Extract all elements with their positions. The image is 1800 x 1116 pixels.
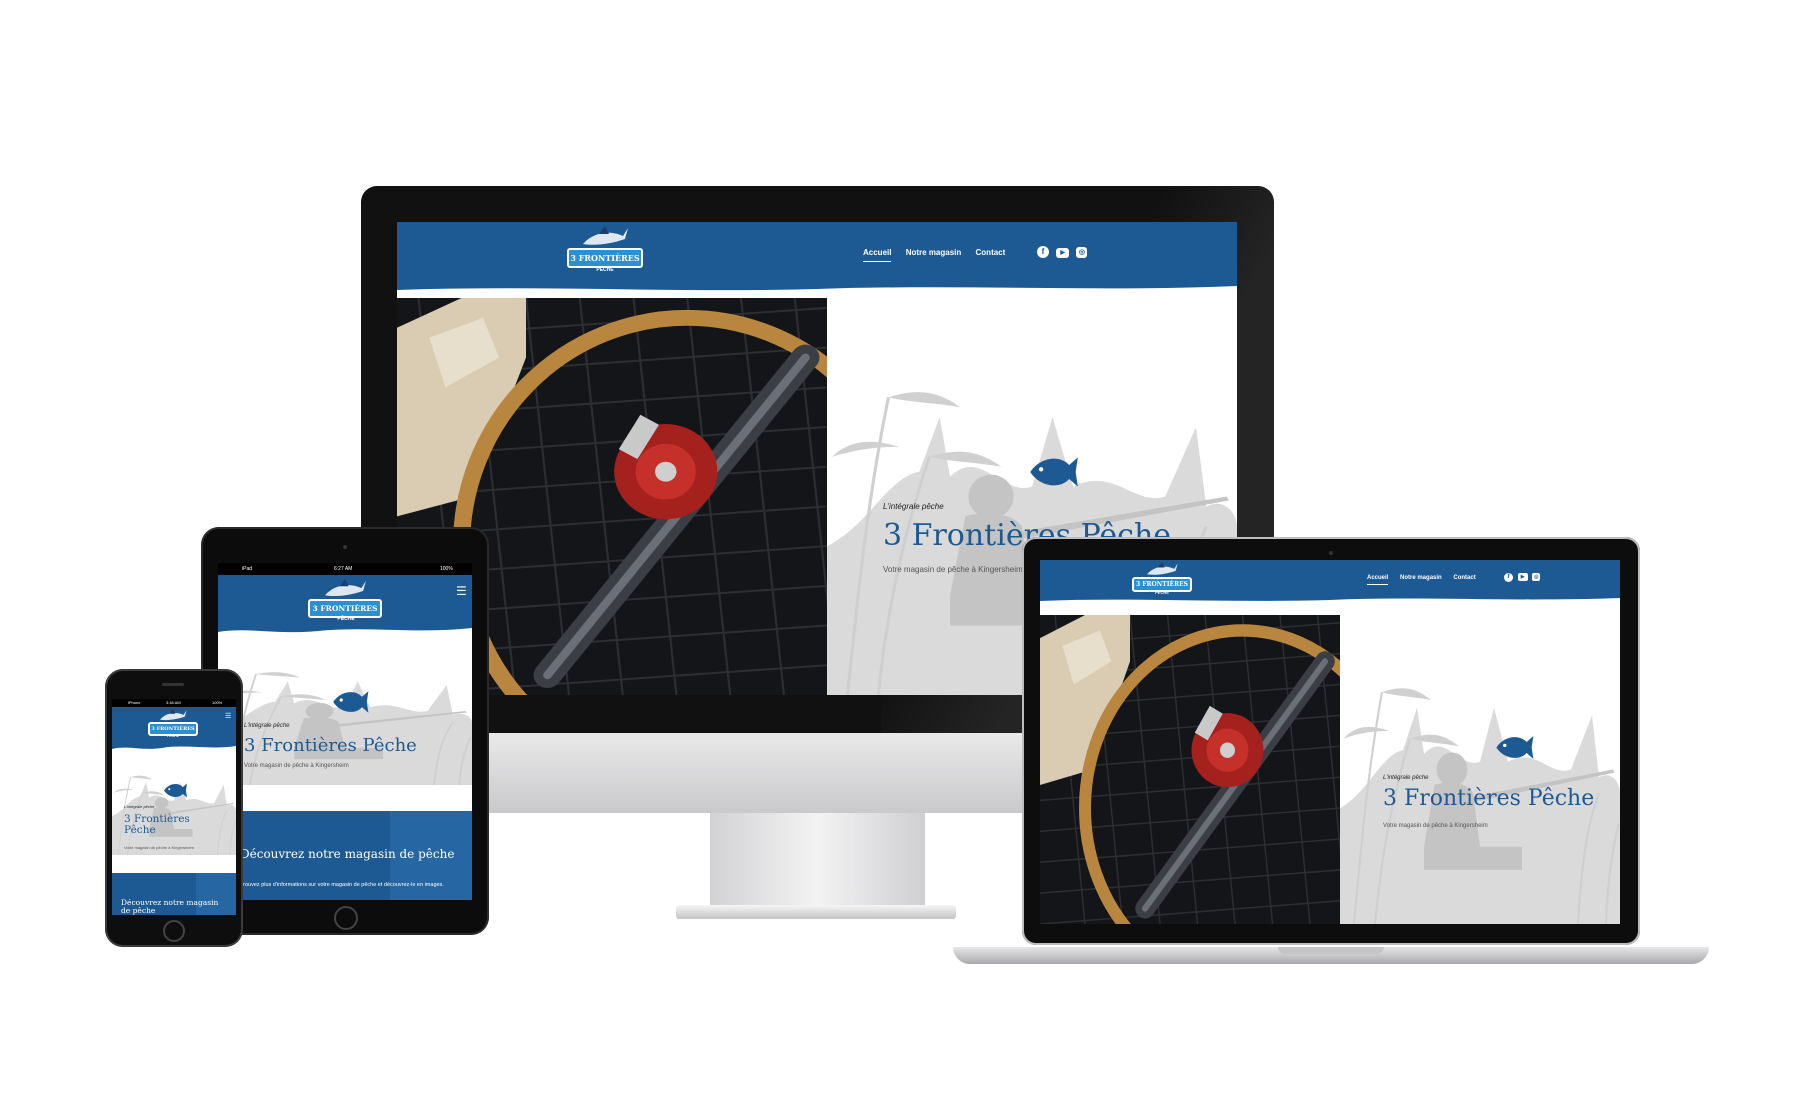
tablet-status-bar: iPad 6:27 AM 100% — [218, 563, 472, 575]
logo-name: 3 FRONTIÈRES — [567, 248, 643, 268]
tablet-hero-title: 3 Frontières Pêche — [244, 735, 417, 756]
nav-notre-magasin[interactable]: Notre magasin — [906, 248, 962, 257]
phone-status-bar: iPhone 3:48 AM 100% — [112, 699, 236, 707]
logo-sub: PÊCHE — [596, 267, 614, 273]
laptop-hero-tag: L'intégrale pêche — [1383, 775, 1429, 781]
phone-battery: 100% — [212, 700, 223, 705]
laptop-logo-sub: PÊCHE — [1155, 590, 1169, 595]
phone-time: 3:48 AM — [166, 700, 181, 705]
tablet-menu-icon[interactable]: ☰ — [456, 585, 467, 597]
tablet-logo[interactable]: 3 FRONTIÈRES PÊCHE — [308, 579, 384, 627]
tablet-screen: 3 FRONTIÈRES PÊCHE ☰ L'intégrale pêche 3… — [218, 575, 472, 900]
tablet-hero-tag: L'intégrale pêche — [244, 723, 290, 729]
laptop-social-icons: f ▶ ◎ — [1504, 573, 1541, 582]
laptop-camera — [1329, 551, 1333, 555]
header-wave — [397, 280, 1237, 291]
phone-hero-tag: L'intégrale pêche — [124, 804, 155, 809]
youtube-icon[interactable]: ▶ — [1056, 248, 1070, 258]
laptop-hero-title: 3 Frontières Pêche — [1383, 786, 1595, 811]
phone-hero-subtitle: Votre magasin de pêche à Kingersheim — [124, 845, 194, 850]
laptop-nav-contact[interactable]: Contact — [1453, 575, 1475, 581]
laptop-marlin-logo-icon — [1147, 562, 1178, 575]
phone-hero-title: 3 Frontières Pêche — [124, 813, 190, 836]
laptop-screen: 3 FRONTIÈRES PÊCHE Accueil Notre magasin… — [1040, 560, 1620, 924]
hero-tag: L'intégrale pêche — [883, 502, 944, 511]
laptop-youtube-icon[interactable]: ▶ — [1517, 573, 1528, 581]
main-nav: Accueil Notre magasin Contact — [863, 248, 1005, 262]
tablet-time: 6:27 AM — [334, 566, 353, 572]
tablet-hero-subtitle: Votre magasin de pêche à Kingersheim — [244, 763, 349, 769]
nav-accueil[interactable]: Accueil — [863, 248, 892, 262]
laptop-instagram-icon[interactable]: ◎ — [1532, 573, 1541, 581]
tablet-battery: 100% — [440, 566, 453, 572]
tablet-fish-icon — [330, 687, 370, 717]
phone-logo[interactable]: 3 FRONTIÈRES PÊCHE — [148, 709, 198, 743]
tablet-logo-sub: PÊCHE — [337, 616, 355, 622]
phone-hero-art — [112, 751, 236, 855]
fish-icon — [1026, 452, 1080, 492]
tablet-section-text: Trouvez plus d'informations sur votre ma… — [240, 882, 444, 888]
monitor-stand — [710, 813, 925, 908]
nav-contact[interactable]: Contact — [976, 248, 1006, 257]
phone-section-title: Découvrez notre magasin de pêche — [121, 898, 219, 915]
laptop-nav: Accueil Notre magasin Contact — [1367, 575, 1476, 585]
social-icons: f ▶ ◎ — [1037, 246, 1088, 258]
laptop-nav-accueil[interactable]: Accueil — [1367, 575, 1389, 585]
laptop-fish-icon — [1493, 732, 1535, 763]
laptop-nav-notre-magasin[interactable]: Notre magasin — [1400, 575, 1442, 581]
phone-speaker — [162, 683, 184, 686]
phone-header-wave — [112, 742, 236, 749]
tablet-home-button[interactable] — [334, 906, 358, 930]
phone-menu-icon[interactable]: ☰ — [225, 713, 231, 720]
phone-marlin-logo-icon — [160, 709, 187, 721]
laptop-hero-subtitle: Votre magasin de pêche à Kingersheim — [1383, 823, 1488, 829]
tablet-marlin-logo-icon — [325, 579, 366, 597]
laptop-facebook-icon[interactable]: f — [1504, 573, 1513, 582]
facebook-icon[interactable]: f — [1037, 246, 1049, 258]
phone-screen: 3 FRONTIÈRES PÊCHE ☰ L'intégrale pêche 3… — [112, 707, 236, 915]
laptop-notch — [1278, 947, 1384, 954]
marlin-logo-icon — [583, 226, 628, 245]
laptop-hero-art — [1340, 615, 1620, 924]
laptop-logo[interactable]: 3 FRONTIÈRES PÊCHE — [1132, 562, 1192, 598]
laptop-hero-photo — [1040, 615, 1340, 924]
phone-logo-sub: PÊCHE — [166, 734, 180, 738]
phone-fish-icon — [162, 781, 188, 800]
hero-subtitle: Votre magasin de pêche à Kingersheim — [883, 565, 1023, 574]
site-header — [397, 222, 1237, 284]
phone-home-button[interactable] — [163, 920, 185, 942]
laptop-header-wave — [1040, 594, 1620, 601]
tablet-camera — [343, 545, 347, 549]
site-logo[interactable]: 3 FRONTIÈRES PÊCHE — [567, 226, 643, 278]
tablet-section-title: Découvrez notre magasin de pêche — [240, 847, 455, 861]
tablet-carrier: iPad — [242, 566, 253, 572]
instagram-icon[interactable]: ◎ — [1076, 247, 1088, 258]
monitor-foot — [676, 905, 956, 919]
phone-carrier: iPhone — [128, 700, 141, 705]
